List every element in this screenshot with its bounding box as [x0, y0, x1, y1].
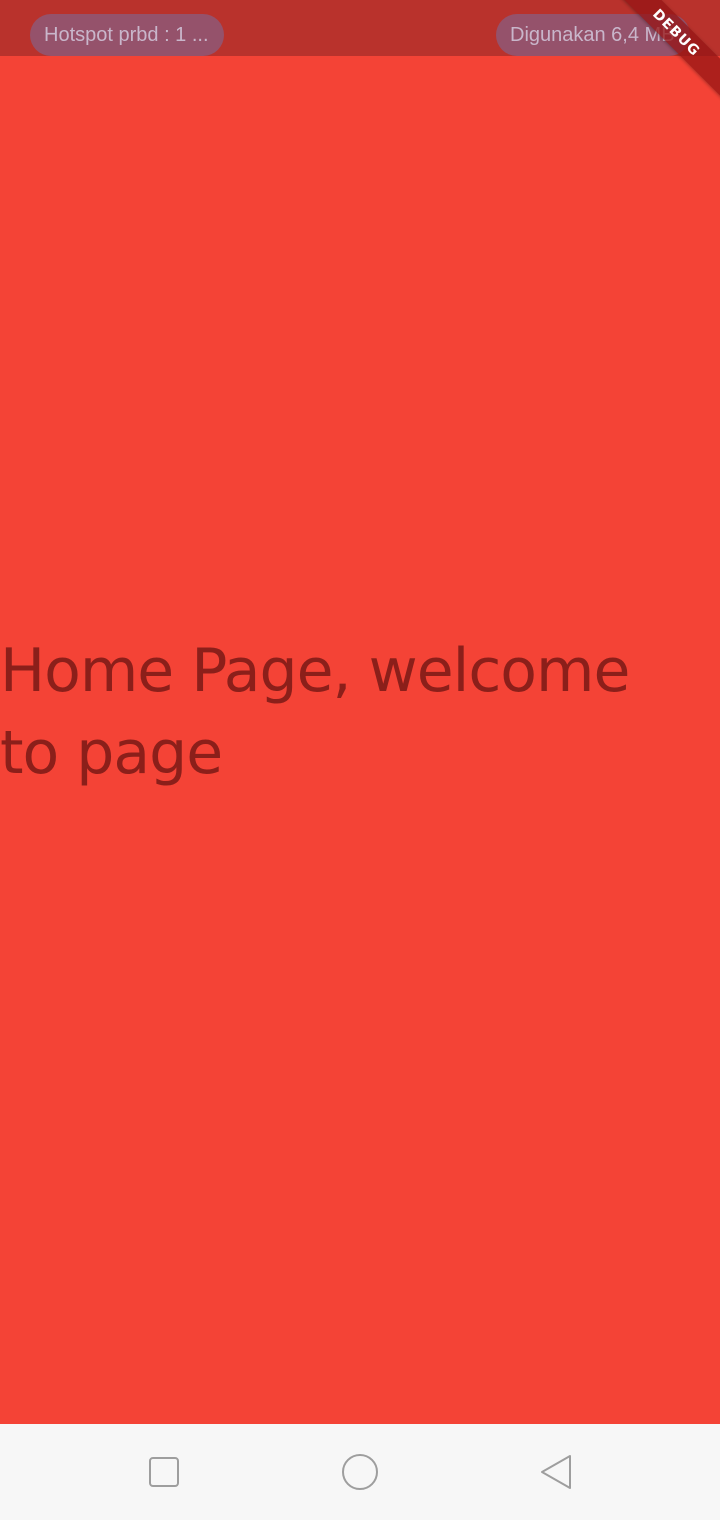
home-button[interactable]	[340, 1452, 380, 1492]
app-screen: Hotspot prbd : 1 ... Digunakan 6,4 MB DE…	[0, 0, 720, 1520]
back-button[interactable]	[536, 1452, 576, 1492]
square-recent-apps-icon	[149, 1457, 179, 1487]
recent-apps-button[interactable]	[144, 1452, 184, 1492]
hotspot-notification-pill[interactable]: Hotspot prbd : 1 ...	[30, 14, 224, 56]
triangle-back-icon	[541, 1455, 571, 1489]
circle-home-icon	[342, 1454, 378, 1490]
home-page-text: Home Page, welcome to page	[0, 636, 630, 788]
system-navigation-bar	[0, 1424, 720, 1520]
status-bar: Hotspot prbd : 1 ... Digunakan 6,4 MB	[0, 0, 720, 56]
